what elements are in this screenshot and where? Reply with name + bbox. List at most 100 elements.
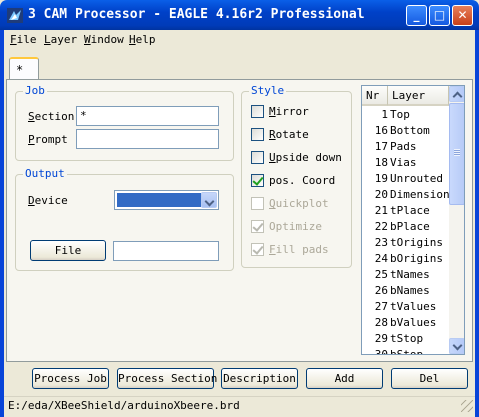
layer-number: 29 — [374, 332, 388, 345]
mirror-label: Mirror — [269, 105, 309, 118]
layer-number: 27 — [374, 300, 388, 313]
layer-row[interactable]: 1 Top — [362, 108, 448, 124]
file-button[interactable]: File — [30, 240, 106, 261]
rotate-label: Rotate — [269, 128, 309, 141]
upside-down-label: Upside down — [269, 151, 342, 164]
del-button[interactable]: Del — [391, 368, 468, 389]
layer-name: tPlace — [390, 204, 430, 217]
maximize-button[interactable]: □ — [429, 5, 450, 26]
layer-row[interactable]: 28 bValues — [362, 316, 448, 332]
layer-scrollbar[interactable] — [449, 86, 464, 354]
layer-number: 17 — [374, 140, 388, 153]
layer-list[interactable]: Nr Layer 1 Top 16 Bottom 17 Pads 18 Vias 19 Unrou… — [361, 85, 465, 355]
layer-name: bNames — [390, 284, 430, 297]
section-label: Section — [28, 110, 75, 123]
layer-row[interactable]: 27 tValues — [362, 300, 448, 316]
layer-name: tValues — [390, 300, 437, 313]
layer-col-name[interactable]: Layer — [388, 86, 449, 106]
layer-number: 19 — [374, 172, 388, 185]
status-path: E:/eda/XBeeShield/arduinoXbeere.brd — [8, 399, 240, 412]
scroll-thumb[interactable] — [449, 103, 464, 205]
quickplot-label: Quickplot — [269, 197, 329, 210]
layer-number: 20 — [374, 188, 388, 201]
layer-name: Unrouted — [390, 172, 443, 185]
style-group-label: Style — [249, 84, 287, 97]
fill-pads-label: Fill pads — [269, 243, 329, 256]
scroll-down-icon[interactable] — [449, 338, 464, 354]
layer-row[interactable]: 16 Bottom — [362, 124, 448, 140]
layer-name: Dimension — [390, 188, 450, 201]
process-job-button[interactable]: Process Job — [32, 368, 109, 389]
file-button-label: File — [54, 244, 82, 257]
layer-row[interactable]: 26 bNames — [362, 284, 448, 300]
layer-number: 24 — [374, 252, 388, 265]
section-field[interactable]: * — [76, 106, 219, 126]
prompt-label: Prompt — [28, 133, 68, 146]
output-group-label: Output — [23, 167, 67, 180]
prompt-field[interactable] — [76, 129, 219, 149]
layer-row[interactable]: 19 Unrouted — [362, 172, 448, 188]
optimize-checkbox — [251, 220, 264, 233]
layer-number: 23 — [374, 236, 388, 249]
window-frame-right — [475, 30, 479, 417]
minimize-button[interactable]: _ — [406, 5, 427, 26]
pos-coord-checkbox[interactable] — [251, 174, 264, 187]
upside-down-checkbox[interactable] — [251, 151, 264, 164]
fill-pads-checkbox — [251, 243, 264, 256]
add-button[interactable]: Add — [306, 368, 383, 389]
quickplot-checkbox — [251, 197, 264, 210]
device-label: Device — [28, 194, 68, 207]
layer-name: bOrigins — [390, 252, 443, 265]
layer-name: tOrigins — [390, 236, 443, 249]
menu-layer[interactable]: Layer — [44, 33, 77, 46]
file-field[interactable] — [113, 241, 219, 261]
layer-row[interactable]: 20 Dimension — [362, 188, 450, 204]
layer-col-nr[interactable]: Nr — [362, 86, 388, 106]
tab-label: * — [16, 63, 24, 77]
close-button[interactable]: ✕ — [452, 5, 473, 26]
scroll-up-icon[interactable] — [449, 86, 464, 102]
device-selected-value — [117, 193, 201, 207]
layer-row[interactable]: 25 tNames — [362, 268, 448, 284]
layer-name: Vias — [390, 156, 417, 169]
layer-number: 1 — [381, 108, 388, 121]
resize-grip-icon[interactable] — [461, 400, 473, 412]
eagle-app-icon — [7, 8, 23, 23]
optimize-label: Optimize — [269, 220, 322, 233]
layer-name: Pads — [390, 140, 417, 153]
title-bar[interactable]: 3 CAM Processor - EAGLE 4.16r2 Professio… — [0, 0, 479, 30]
layer-row[interactable]: 24 bOrigins — [362, 252, 448, 268]
layer-row[interactable]: 30 bStop — [362, 348, 448, 355]
window-title: 3 CAM Processor - EAGLE 4.16r2 Professio… — [28, 7, 365, 22]
chevron-down-icon[interactable] — [201, 192, 217, 208]
layer-name: bStop — [390, 348, 424, 355]
menu-file[interactable]: File — [10, 33, 37, 46]
layer-number: 18 — [374, 156, 388, 169]
description-button[interactable]: Description — [221, 368, 298, 389]
layer-row[interactable]: 21 tPlace — [362, 204, 448, 220]
layer-name: Bottom — [390, 124, 430, 137]
status-bar: E:/eda/XBeeShield/arduinoXbeere.brd — [4, 396, 475, 413]
layer-row[interactable]: 29 tStop — [362, 332, 448, 348]
rotate-checkbox[interactable] — [251, 128, 264, 141]
layer-name: bPlace — [390, 220, 430, 233]
layer-number: 25 — [374, 268, 388, 281]
layer-row[interactable]: 17 Pads — [362, 140, 448, 156]
menu-help[interactable]: Help — [129, 33, 156, 46]
job-group: Job — [15, 84, 234, 161]
layer-name: bValues — [390, 316, 437, 329]
layer-row[interactable]: 18 Vias — [362, 156, 448, 172]
process-section-button[interactable]: Process Section — [117, 368, 217, 389]
layer-name: tNames — [390, 268, 430, 281]
layer-row[interactable]: 22 bPlace — [362, 220, 448, 236]
device-select[interactable] — [114, 190, 219, 210]
layer-number: 22 — [374, 220, 388, 233]
layer-name: Top — [390, 108, 410, 121]
menu-window[interactable]: Window — [84, 33, 124, 46]
mirror-checkbox[interactable] — [251, 105, 264, 118]
tab-section[interactable]: * — [9, 57, 39, 79]
layer-number: 21 — [374, 204, 388, 217]
layer-number: 28 — [374, 316, 388, 329]
job-group-label: Job — [23, 84, 47, 97]
layer-row[interactable]: 23 tOrigins — [362, 236, 448, 252]
